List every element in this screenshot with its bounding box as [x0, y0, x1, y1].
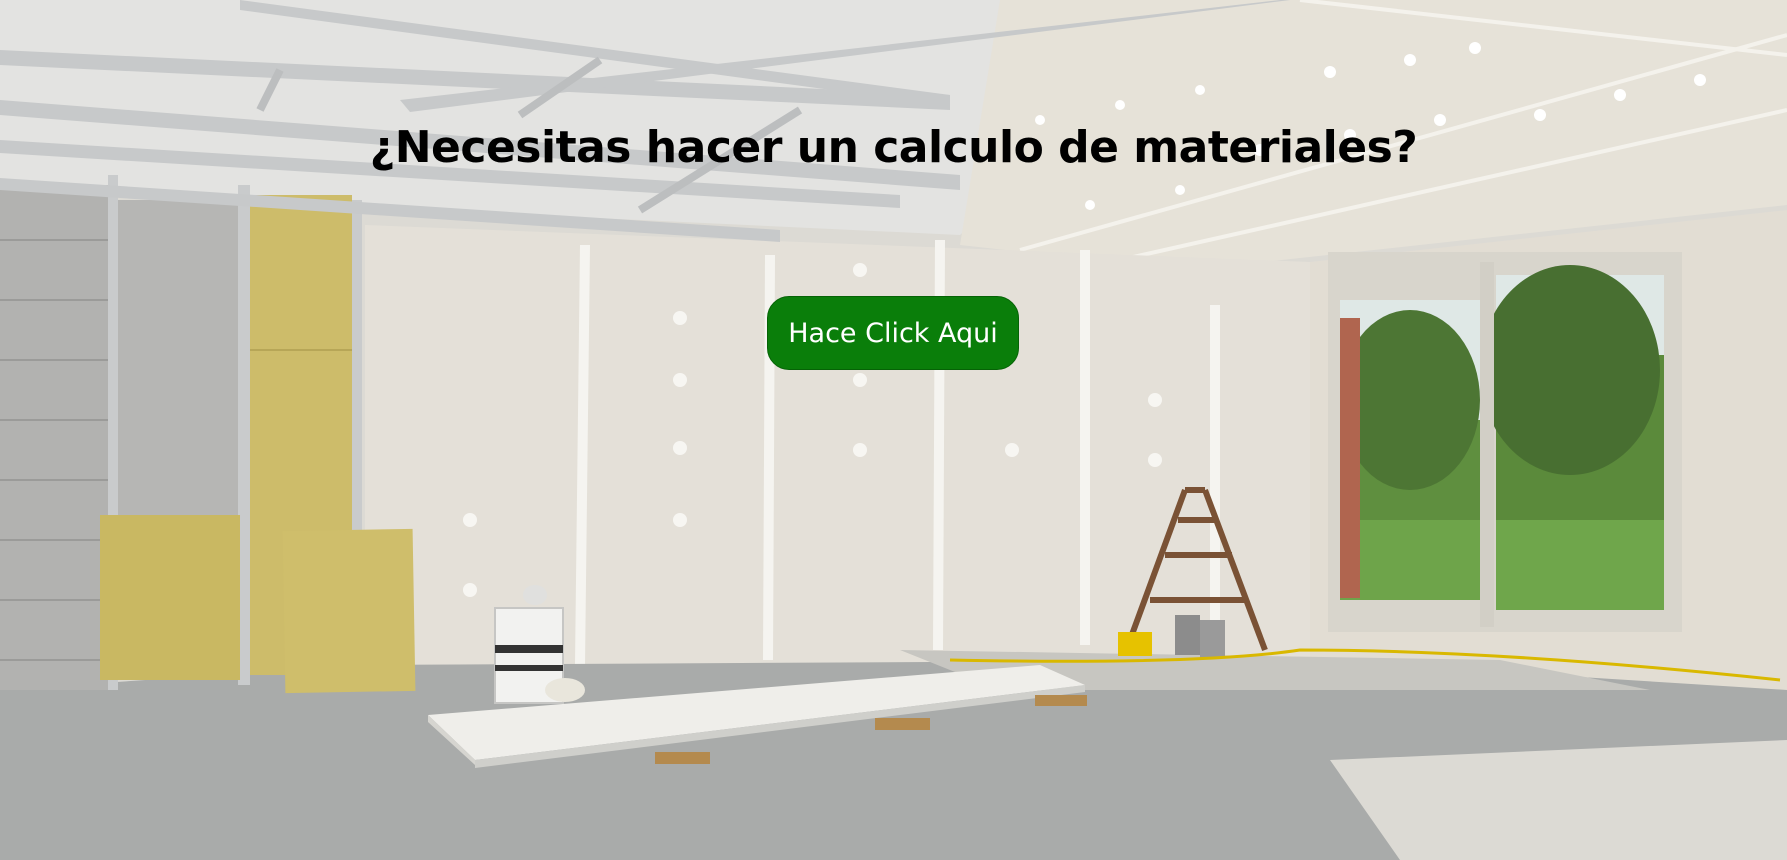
- page-title: ¿Necesitas hacer un calculo de materiale…: [369, 122, 1418, 173]
- hero-section: ¿Necesitas hacer un calculo de materiale…: [0, 0, 1787, 860]
- cta-button[interactable]: Hace Click Aqui: [767, 296, 1019, 370]
